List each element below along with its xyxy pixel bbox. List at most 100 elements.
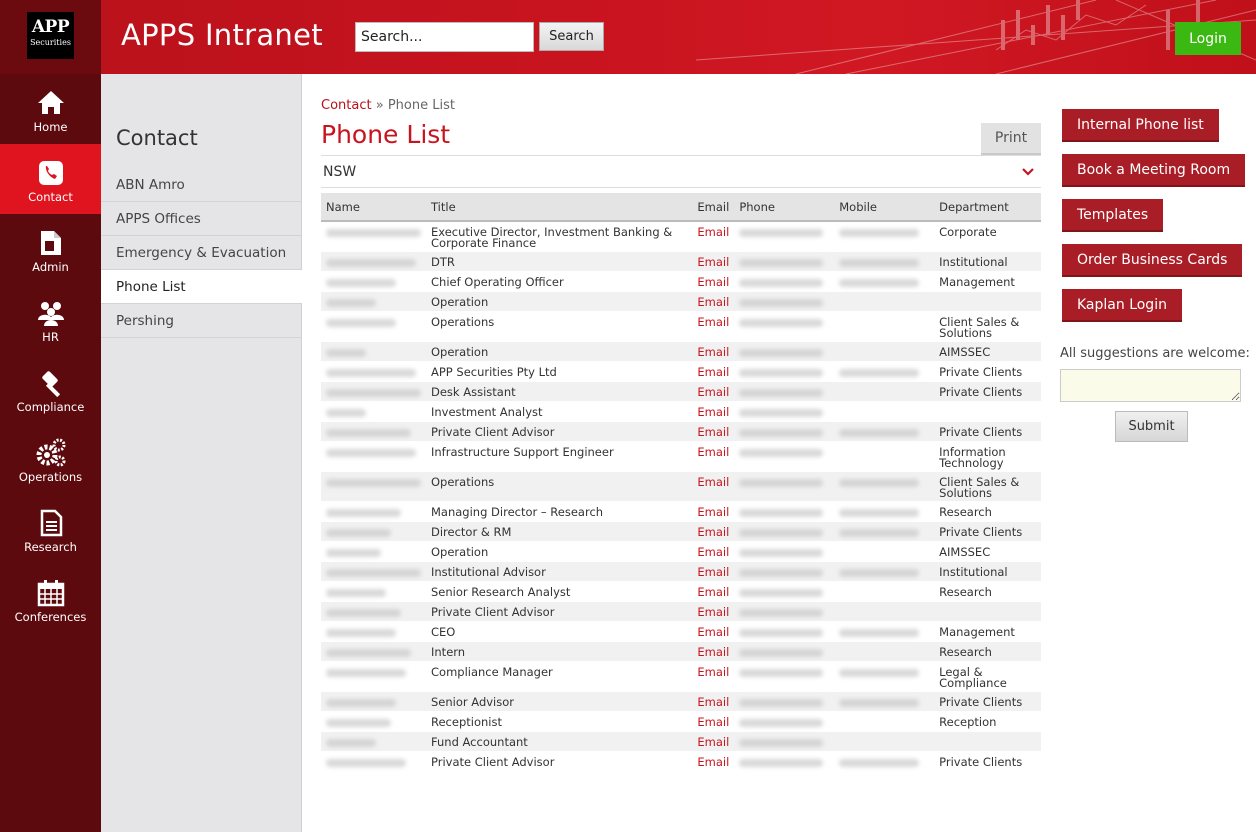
department-cell: Management — [934, 621, 1041, 642]
templates-button[interactable]: Templates — [1062, 199, 1164, 232]
department-cell: Research — [934, 581, 1041, 602]
table-row: Fund Accountant Email — [321, 731, 1041, 752]
title-cell: Senior Advisor — [426, 691, 693, 712]
redacted-name — [326, 669, 406, 677]
nav-label: Admin — [32, 260, 69, 274]
breadcrumb-link-contact[interactable]: Contact — [321, 98, 372, 113]
email-link[interactable]: Email — [692, 311, 735, 342]
email-link[interactable]: Email — [692, 291, 735, 312]
order-business-cards-button[interactable]: Order Business Cards — [1062, 244, 1243, 277]
mobile-cell — [834, 581, 935, 602]
name-cell — [321, 291, 426, 312]
state-dropdown[interactable]: NSW — [321, 155, 1041, 188]
department-cell: Research — [934, 501, 1041, 522]
submit-button[interactable]: Submit — [1115, 411, 1188, 442]
email-link[interactable]: Email — [692, 341, 735, 362]
redacted-mobile — [839, 629, 920, 637]
redacted-mobile — [839, 479, 920, 487]
column-header: Phone — [734, 193, 835, 222]
redacted-name — [326, 229, 421, 237]
email-link[interactable]: Email — [692, 691, 735, 712]
menu-item-abn-amro[interactable]: ABN Amro — [101, 168, 302, 202]
email-link[interactable]: Email — [692, 751, 735, 772]
redacted-name — [326, 449, 416, 457]
nav-label: Contact — [28, 190, 73, 204]
email-link[interactable]: Email — [692, 661, 735, 692]
title-cell: Receptionist — [426, 711, 693, 732]
title-cell: APP Securities Pty Ltd — [426, 361, 693, 382]
nav-item-admin[interactable]: Admin — [0, 214, 101, 284]
search-input[interactable] — [355, 22, 534, 52]
email-link[interactable]: Email — [692, 221, 735, 252]
nav-item-contact[interactable]: Contact — [0, 144, 101, 214]
login-button[interactable]: Login — [1175, 22, 1241, 55]
redacted-name — [326, 609, 401, 617]
menu-item-emergency[interactable]: Emergency & Evacuation — [101, 236, 302, 270]
email-link[interactable]: Email — [692, 471, 735, 502]
phone-cell — [734, 291, 835, 312]
phone-cell — [734, 641, 835, 662]
title-cell: Operations — [426, 311, 693, 342]
menu-item-phone-list[interactable]: Phone List — [101, 270, 302, 304]
email-link[interactable]: Email — [692, 541, 735, 562]
kaplan-login-button[interactable]: Kaplan Login — [1062, 289, 1182, 322]
email-link[interactable]: Email — [692, 561, 735, 582]
phone-cell — [734, 401, 835, 422]
title-cell: Private Client Advisor — [426, 751, 693, 772]
column-header: Mobile — [834, 193, 935, 222]
menu-item-apps-offices[interactable]: APPS Offices — [101, 202, 302, 236]
email-link[interactable]: Email — [692, 251, 735, 272]
logo-subtext: Securities — [30, 38, 71, 47]
name-cell — [321, 471, 426, 502]
email-link[interactable]: Email — [692, 361, 735, 382]
app-securities-logo[interactable]: APP Securities — [27, 12, 74, 59]
mobile-cell — [834, 601, 935, 622]
mobile-cell — [834, 541, 935, 562]
suggestions-textarea[interactable] — [1060, 369, 1241, 402]
email-link[interactable]: Email — [692, 401, 735, 422]
gears-icon — [36, 438, 66, 467]
email-link[interactable]: Email — [692, 581, 735, 602]
internal-phone-list-button[interactable]: Internal Phone list — [1062, 109, 1219, 142]
search-button[interactable]: Search — [539, 22, 604, 51]
book-meeting-room-button[interactable]: Book a Meeting Room — [1062, 154, 1246, 187]
email-link[interactable]: Email — [692, 421, 735, 442]
nav-item-conferences[interactable]: Conferences — [0, 564, 101, 634]
nav-item-compliance[interactable]: Compliance — [0, 354, 101, 424]
department-cell: Private Clients — [934, 421, 1041, 442]
email-link[interactable]: Email — [692, 621, 735, 642]
email-link[interactable]: Email — [692, 501, 735, 522]
redacted-name — [326, 739, 376, 747]
email-link[interactable]: Email — [692, 271, 735, 292]
name-cell — [321, 361, 426, 382]
phone-cell — [734, 341, 835, 362]
nav-item-hr[interactable]: HR — [0, 284, 101, 354]
print-button[interactable]: Print — [981, 123, 1041, 155]
name-cell — [321, 541, 426, 562]
email-link[interactable]: Email — [692, 731, 735, 752]
column-header: Email — [692, 193, 735, 222]
email-link[interactable]: Email — [692, 441, 735, 472]
phone-cell — [734, 581, 835, 602]
phone-cell — [734, 661, 835, 692]
phone-cell — [734, 471, 835, 502]
department-cell: Private Clients — [934, 361, 1041, 382]
department-cell: Client Sales & Solutions — [934, 311, 1041, 342]
nav-item-operations[interactable]: Operations — [0, 424, 101, 494]
redacted-name — [326, 549, 381, 557]
email-link[interactable]: Email — [692, 521, 735, 542]
email-link[interactable]: Email — [692, 641, 735, 662]
title-cell: Senior Research Analyst — [426, 581, 693, 602]
name-cell — [321, 691, 426, 712]
column-header: Title — [426, 193, 693, 222]
nav-item-research[interactable]: Research — [0, 494, 101, 564]
quick-links-panel: Internal Phone list Book a Meeting Room … — [1055, 74, 1256, 832]
name-cell — [321, 341, 426, 362]
title-cell: Managing Director – Research — [426, 501, 693, 522]
email-link[interactable]: Email — [692, 601, 735, 622]
nav-item-home[interactable]: Home — [0, 74, 101, 144]
redacted-phone — [739, 259, 824, 267]
email-link[interactable]: Email — [692, 711, 735, 732]
menu-item-pershing[interactable]: Pershing — [101, 304, 302, 338]
email-link[interactable]: Email — [692, 381, 735, 402]
